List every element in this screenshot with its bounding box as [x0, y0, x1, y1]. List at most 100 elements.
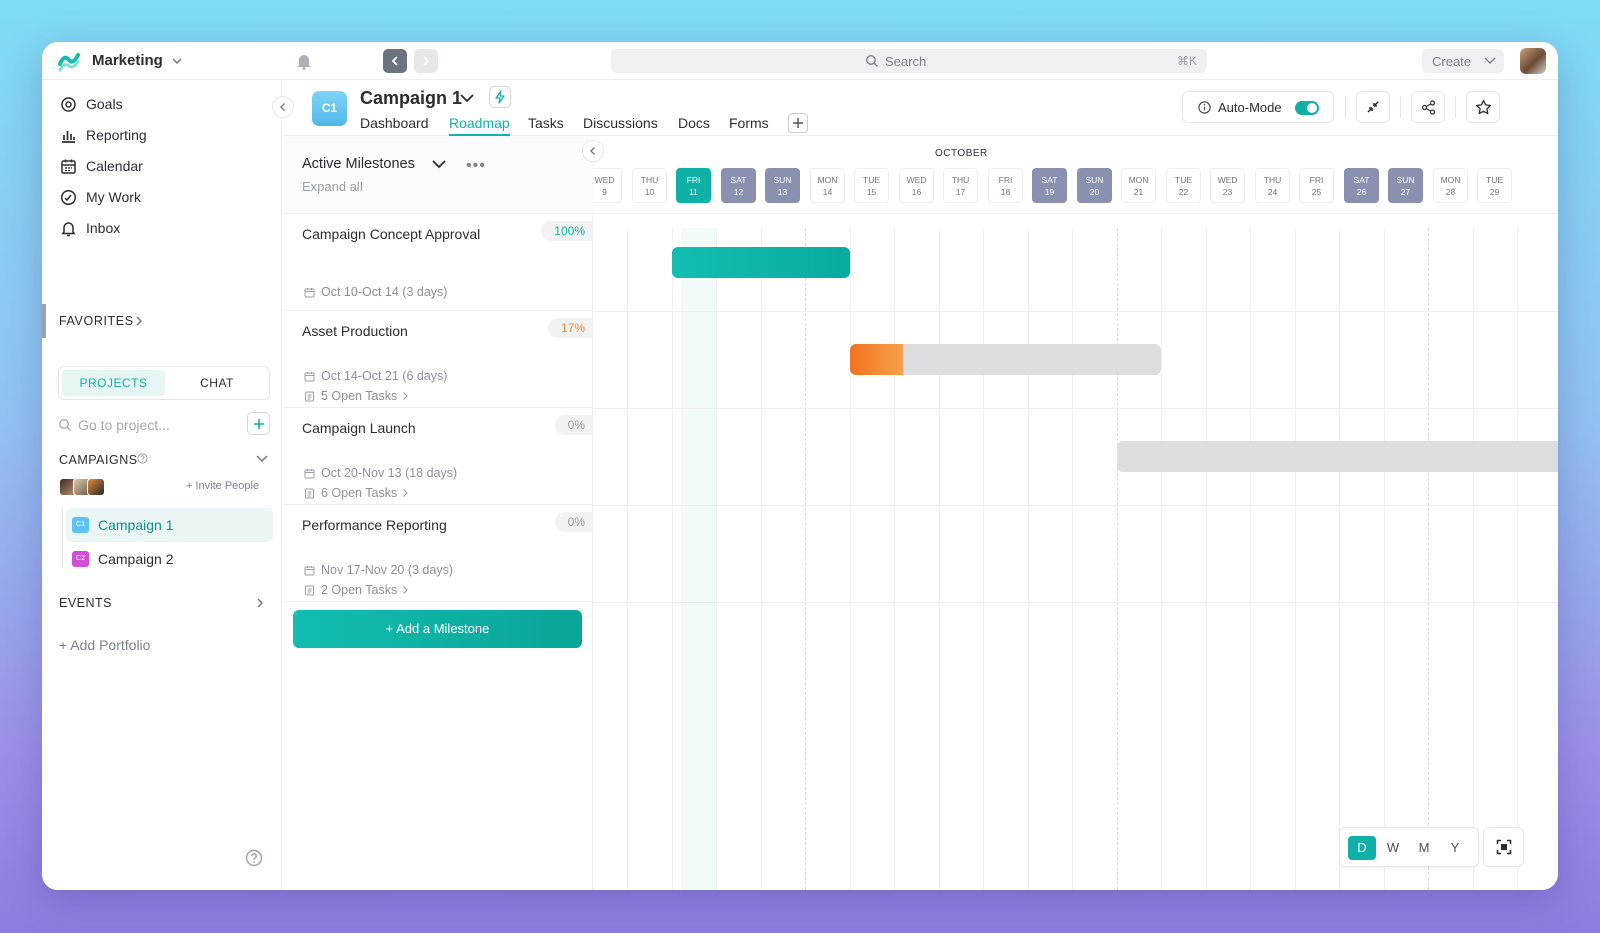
day-of-week: SAT [1353, 175, 1370, 185]
milestone-bar[interactable] [850, 344, 1161, 375]
chevron-right-icon [423, 56, 430, 66]
open-tasks-link[interactable]: 6 Open Tasks [304, 485, 415, 501]
page-title[interactable]: Campaign 1 [360, 88, 462, 109]
milestone-bar[interactable] [672, 247, 850, 278]
milestone-row[interactable]: Campaign Concept Approval 100% Oct 10-Oct … [283, 214, 593, 311]
chevron-down-icon[interactable] [459, 91, 475, 105]
day-number: 12 [733, 187, 744, 197]
milestone-bar[interactable] [1117, 441, 1558, 472]
add-portfolio-link[interactable]: + Add Portfolio [59, 637, 150, 653]
collapse-view-button[interactable] [1356, 91, 1390, 123]
open-tasks-link[interactable]: 5 Open Tasks [304, 388, 415, 404]
tab-chat[interactable]: CHAT [167, 370, 267, 396]
day-header: SAT 19 [1032, 168, 1067, 203]
milestone-filter[interactable]: Active Milestones [302, 156, 415, 172]
bell-icon[interactable] [296, 52, 312, 70]
add-tab-button[interactable] [788, 113, 808, 133]
nav-my-work[interactable]: My Work [60, 186, 141, 208]
project-label: Campaign 2 [98, 551, 174, 567]
day-of-week: FRI [1309, 175, 1324, 185]
help-icon[interactable] [245, 849, 263, 867]
favorite-button[interactable] [1466, 91, 1500, 123]
project-campaign-1[interactable]: C1 Campaign 1 [66, 508, 273, 542]
project-search-input[interactable] [78, 414, 228, 436]
grid-line [1206, 228, 1207, 890]
chevron-left-icon [280, 103, 285, 111]
search-bar[interactable]: Search ⌘K [611, 49, 1207, 73]
zoom-d-button[interactable]: D [1348, 836, 1376, 860]
fit-to-screen-button[interactable] [1483, 827, 1524, 867]
milestone-dates: Oct 10-Oct 14 (3 days) [304, 284, 447, 300]
milestone-row[interactable]: Asset Production 17% Oct 14-Oct 21 (6 days… [283, 311, 593, 408]
day-of-week: MON [1128, 175, 1149, 185]
grid-line [627, 228, 628, 890]
milestone-dates: Oct 14-Oct 21 (6 days) [304, 368, 447, 384]
day-of-week: TUE [1175, 175, 1192, 185]
open-tasks-link[interactable]: 2 Open Tasks [304, 582, 415, 598]
campaigns-header[interactable]: CAMPAIGNS [59, 453, 138, 467]
workspace-logo-icon[interactable] [58, 50, 80, 72]
chevron-down-icon[interactable] [431, 158, 447, 170]
milestone-row[interactable]: Campaign Launch 0% Oct 20-Nov 13 (18 days)… [283, 408, 593, 505]
tree-line [62, 508, 63, 568]
milestone-row[interactable]: Performance Reporting 0% Nov 17-Nov 20 (3 … [283, 505, 593, 602]
add-milestone-button[interactable]: + Add a Milestone [293, 610, 582, 648]
nav-label: Goals [86, 96, 123, 112]
tab-roadmap[interactable]: Roadmap [449, 115, 510, 136]
calendar-icon [304, 371, 315, 381]
day-header: MON 21 [1121, 168, 1156, 203]
favorites-header[interactable]: FAVORITES [59, 314, 134, 328]
chevron-down-icon[interactable] [255, 454, 269, 464]
tab-tasks[interactable]: Tasks [528, 115, 564, 136]
plus-icon [253, 418, 264, 429]
search-icon [865, 54, 878, 67]
help-circle-icon[interactable] [137, 453, 148, 464]
workspace-name[interactable]: Marketing [92, 52, 163, 69]
collapse-panel-button[interactable] [582, 140, 604, 162]
milestone-percent: 17% [547, 318, 593, 338]
project-search [58, 414, 228, 436]
expand-all-link[interactable]: Expand all [302, 179, 363, 194]
auto-mode-toggle[interactable] [1295, 101, 1319, 115]
automation-button[interactable] [489, 86, 511, 108]
day-header: TUE 22 [1166, 168, 1201, 203]
chevron-down-icon[interactable] [170, 54, 184, 68]
chevron-right-icon[interactable] [255, 597, 265, 609]
back-button[interactable] [383, 49, 407, 73]
collapse-sidebar-button[interactable] [272, 96, 294, 118]
zoom-w-button[interactable]: W [1379, 836, 1407, 860]
nav-goals[interactable]: Goals [60, 93, 123, 115]
nav-calendar[interactable]: Calendar [60, 155, 143, 177]
tab-dashboard[interactable]: Dashboard [360, 115, 429, 136]
user-avatar[interactable] [1520, 48, 1546, 74]
day-number: 24 [1267, 187, 1278, 197]
create-button[interactable]: Create [1422, 49, 1504, 73]
grid-line [1250, 228, 1251, 890]
day-of-week: FRI [686, 175, 701, 185]
tab-docs[interactable]: Docs [678, 115, 710, 136]
day-number: 14 [822, 187, 833, 197]
more-options-icon[interactable]: ••• [466, 157, 486, 175]
nav-inbox[interactable]: Inbox [60, 217, 120, 239]
nav-label: My Work [86, 189, 141, 205]
chevron-right-icon[interactable] [134, 315, 144, 327]
zoom-y-button[interactable]: Y [1441, 836, 1469, 860]
invite-people-link[interactable]: + Invite People [186, 480, 259, 492]
events-header[interactable]: EVENTS [59, 596, 112, 610]
tab-projects[interactable]: PROJECTS [62, 370, 165, 396]
nav-reporting[interactable]: Reporting [60, 124, 147, 146]
zoom-m-button[interactable]: M [1410, 836, 1438, 860]
row-divider [593, 311, 1558, 312]
project-campaign-2[interactable]: C2 Campaign 2 [66, 542, 273, 576]
inbox-icon [61, 221, 76, 236]
day-of-week: WED [906, 175, 927, 185]
auto-mode-control[interactable]: Auto-Mode [1182, 91, 1334, 123]
share-button[interactable] [1411, 91, 1445, 123]
add-project-button[interactable] [247, 412, 270, 435]
forward-button[interactable] [414, 49, 438, 73]
tab-forms[interactable]: Forms [729, 115, 769, 136]
milestone-date-text: Nov 17-Nov 20 (3 days) [321, 563, 454, 577]
grid-line [1339, 228, 1340, 890]
tab-discussions[interactable]: Discussions [583, 115, 658, 136]
milestone-percent: 100% [541, 221, 593, 241]
